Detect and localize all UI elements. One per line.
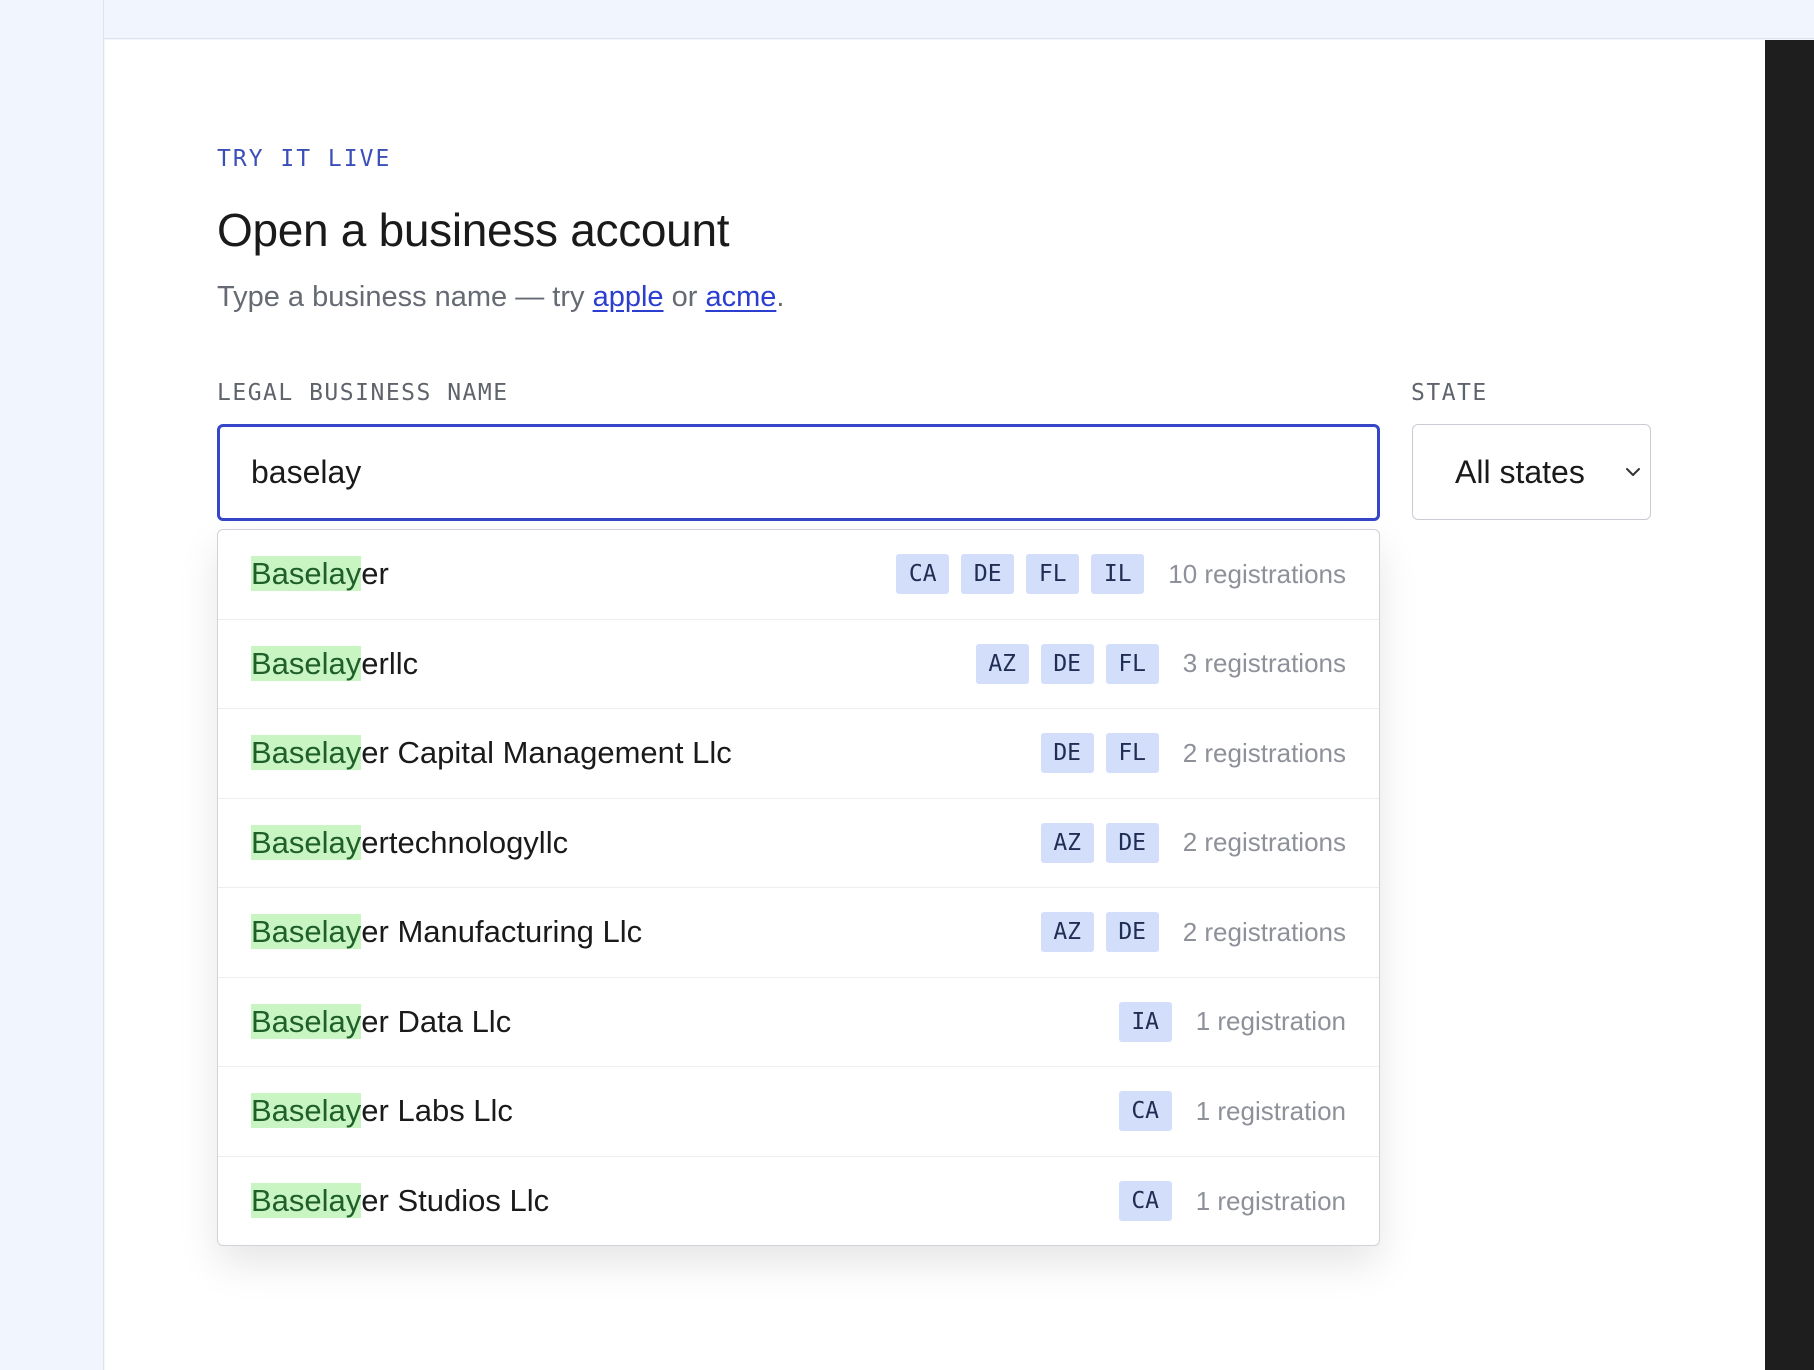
state-chip: FL (1026, 554, 1080, 595)
registration-count: 1 registration (1195, 1006, 1346, 1037)
state-chip: FL (1105, 643, 1159, 684)
registration-count: 1 registration (1195, 1185, 1346, 1216)
state-chip: DE (1040, 643, 1094, 684)
registration-count: 1 registration (1195, 1095, 1346, 1126)
suggestion-row[interactable]: Baselayer Capital Management Llc DE FL 2 re… (218, 709, 1379, 799)
state-chips: AZ DE FL (975, 643, 1159, 684)
state-chip: CA (896, 554, 950, 595)
state-chip: AZ (1040, 912, 1094, 953)
state-chip: CA (1118, 1181, 1172, 1222)
match-highlight: Baselay (251, 1093, 362, 1129)
state-chip: FL (1105, 733, 1159, 774)
state-select-value: All states (1455, 453, 1585, 490)
state-chips: IA (1118, 1001, 1172, 1042)
state-chip: DE (1040, 733, 1094, 774)
state-chip: DE (961, 554, 1015, 595)
match-highlight: Baselay (251, 1003, 362, 1039)
link-acme[interactable]: acme (705, 281, 776, 313)
registration-count: 2 registrations (1182, 827, 1346, 858)
state-chips: AZ DE (1040, 822, 1159, 863)
suggestion-row[interactable]: Baselayerllc AZ DE FL 3 registrations (218, 620, 1379, 709)
suggestion-name: Baselayer Labs Llc (251, 1093, 1119, 1129)
top-strip (104, 0, 1814, 39)
match-highlight: Baselay (251, 645, 362, 681)
eyebrow-label: TRY IT LIVE (217, 146, 392, 172)
match-highlight: Baselay (251, 824, 362, 860)
suggestion-row[interactable]: Baselayer Studios Llc CA 1 registration (218, 1157, 1379, 1246)
state-chips: CA (1118, 1091, 1172, 1132)
state-select[interactable]: All states (1412, 424, 1651, 520)
suggestion-name: Baselayerllc (251, 645, 976, 682)
page-title: Open a business account (217, 204, 730, 256)
state-chips: DE FL (1040, 733, 1159, 774)
suggestion-name: Baselayer Capital Management Llc (251, 735, 1041, 771)
state-chips: AZ DE (1040, 912, 1159, 953)
suggestion-name-rest: ertechnologyllc (361, 824, 569, 860)
suggestion-name-rest: er (361, 556, 389, 592)
match-highlight: Baselay (251, 556, 362, 592)
match-highlight: Baselay (251, 914, 362, 950)
suggestion-name-rest: er Capital Management Llc (361, 735, 732, 771)
suggestion-name: Baselayertechnologyllc (251, 824, 1041, 861)
state-chip: CA (1118, 1091, 1172, 1132)
suggestion-name: Baselayer Data Llc (251, 1003, 1119, 1040)
subtitle-suffix: . (776, 281, 785, 313)
state-chip: IA (1118, 1001, 1172, 1042)
page-subtitle: Type a business name — try apple or acme… (217, 281, 784, 314)
suggestion-row[interactable]: Baselayer Labs Llc CA 1 registration (218, 1067, 1379, 1157)
registration-count: 2 registrations (1182, 916, 1346, 947)
registration-count: 2 registrations (1182, 737, 1346, 768)
state-chips: CA (1118, 1181, 1172, 1222)
subtitle-prefix: Type a business name — try (217, 281, 593, 313)
suggestion-name-rest: er Studios Llc (361, 1183, 550, 1219)
state-chip: IL (1091, 554, 1145, 595)
state-chips: CA DE FL IL (896, 554, 1145, 595)
suggestion-row[interactable]: Baselayer CA DE FL IL 10 registrations (218, 530, 1379, 620)
state-label: STATE (1411, 380, 1488, 406)
suggestion-row[interactable]: Baselayer Manufacturing Llc AZ DE 2 registr… (218, 888, 1379, 978)
suggestion-name: Baselayer Manufacturing Llc (251, 914, 1041, 950)
chevron-down-icon (1626, 468, 1640, 476)
business-name-label: LEGAL BUSINESS NAME (217, 380, 509, 406)
suggestion-row[interactable]: Baselayertechnologyllc AZ DE 2 registration… (218, 799, 1379, 888)
match-highlight: Baselay (251, 735, 362, 771)
state-chip: AZ (1040, 822, 1094, 863)
registration-count: 10 registrations (1168, 558, 1346, 589)
suggestion-name-rest: er Manufacturing Llc (361, 914, 643, 950)
right-panel-edge (1765, 40, 1814, 1370)
suggestion-name-rest: er Labs Llc (361, 1093, 513, 1129)
link-apple[interactable]: apple (593, 281, 664, 313)
suggestion-row[interactable]: Baselayer Data Llc IA 1 registration (218, 978, 1379, 1067)
left-rail (0, 0, 104, 1370)
subtitle-mid: or (663, 281, 706, 313)
suggestion-name-rest: er Data Llc (361, 1003, 512, 1039)
suggestions-dropdown: Baselayer CA DE FL IL 10 registrations Baselay… (217, 529, 1380, 1246)
suggestion-name: Baselayer (251, 556, 896, 592)
suggestion-name: Baselayer Studios Llc (251, 1183, 1119, 1219)
match-highlight: Baselay (251, 1183, 362, 1219)
state-chip: DE (1105, 822, 1159, 863)
suggestion-name-rest: erllc (361, 645, 419, 681)
state-chip: DE (1105, 912, 1159, 953)
business-name-input[interactable] (217, 424, 1380, 521)
registration-count: 3 registrations (1182, 648, 1346, 679)
state-chip: AZ (975, 643, 1029, 684)
